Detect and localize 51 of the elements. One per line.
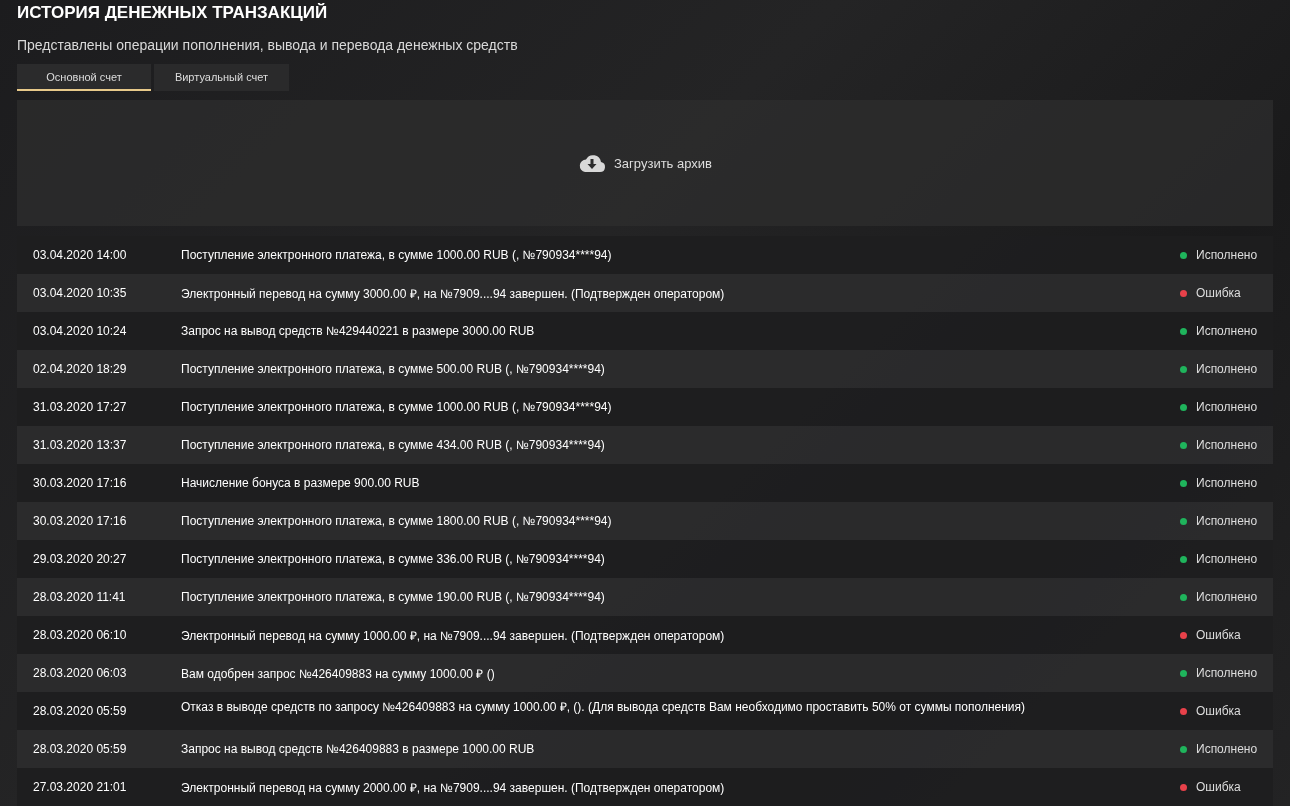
transaction-status: Исполнено: [1196, 438, 1258, 452]
transaction-description: Поступление электронного платежа, в сумме 336.00 RUB (, №790934****94): [181, 552, 606, 566]
transaction-status: Исполнено: [1196, 476, 1258, 490]
page-subtitle: Представлены операции пополнения, вывода и перевода денежных средств: [17, 36, 518, 54]
transaction-description: Электронный перевод на сумму 2000.00 ₽, на №7909....94 завершен. (Подтвержден оператором): [181, 779, 726, 796]
transaction-status: Ошибка: [1196, 780, 1241, 794]
transaction-date: 30.03.2020 17:16: [33, 476, 128, 490]
transaction-status: Исполнено: [1196, 552, 1258, 566]
transaction-date: 28.03.2020 06:10: [33, 628, 128, 642]
transaction-date: 03.04.2020 10:35: [33, 286, 128, 300]
transaction-date: 27.03.2020 21:01: [33, 780, 128, 794]
transaction-date: 02.04.2020 18:29: [33, 362, 128, 376]
transaction-description: Начисление бонуса в размере 900.00 RUB: [181, 476, 421, 490]
transaction-status: Исполнено: [1196, 400, 1258, 414]
transaction-status: Исполнено: [1196, 666, 1258, 680]
transaction-status: Ошибка: [1196, 704, 1241, 718]
transaction-description: Поступление электронного платежа, в сумме 1000.00 RUB (, №790934****94): [181, 400, 613, 414]
page-title: ИСТОРИЯ ДЕНЕЖНЫХ ТРАНЗАКЦИЙ: [17, 2, 328, 23]
transaction-status: Исполнено: [1196, 362, 1258, 376]
transaction-description: Отказ в выводе средств по запросу №426409883 на сумму 1000.00 ₽, (). (Для вывода средств Вам необходимо проставить 50% от суммы пополнения): [181, 699, 1027, 715]
account-tab[interactable]: Виртуальный счет: [154, 64, 289, 91]
transaction-date: 03.04.2020 14:00: [33, 248, 128, 262]
transaction-date: 31.03.2020 13:37: [33, 438, 128, 452]
transaction-date: 28.03.2020 11:41: [33, 590, 127, 604]
download-archive-button[interactable]: Загрузить архив: [578, 153, 712, 173]
transaction-status: Исполнено: [1196, 742, 1258, 756]
transaction-date: 28.03.2020 06:03: [33, 666, 128, 680]
transaction-description: Запрос на вывод средств №426409883 в размере 1000.00 RUB: [181, 742, 536, 756]
transaction-date: 28.03.2020 05:59: [33, 704, 128, 718]
transaction-description: Поступление электронного платежа, в сумме 190.00 RUB (, №790934****94): [181, 590, 606, 604]
transaction-description: Поступление электронного платежа, в сумме 500.00 RUB (, №790934****94): [181, 362, 606, 376]
transaction-description: Запрос на вывод средств №429440221 в размере 3000.00 RUB: [181, 324, 536, 338]
transaction-status: Исполнено: [1196, 514, 1258, 528]
transaction-status: Исполнено: [1196, 324, 1258, 338]
transaction-description: Электронный перевод на сумму 3000.00 ₽, на №7909....94 завершен. (Подтвержден оператором): [181, 285, 726, 302]
transaction-status: Исполнено: [1196, 248, 1258, 262]
transaction-description: Поступление электронного платежа, в сумме 434.00 RUB (, №790934****94): [181, 438, 606, 452]
transaction-description: Вам одобрен запрос №426409883 на сумму 1000.00 ₽ (): [181, 665, 496, 682]
transaction-status: Ошибка: [1196, 286, 1241, 300]
transaction-status: Исполнено: [1196, 590, 1258, 604]
transaction-status: Ошибка: [1196, 628, 1241, 642]
transaction-date: 28.03.2020 05:59: [33, 742, 128, 756]
transaction-date: 30.03.2020 17:16: [33, 514, 128, 528]
account-tab[interactable]: Основной счет: [17, 64, 151, 91]
transaction-date: 29.03.2020 20:27: [33, 552, 128, 566]
transaction-description: Электронный перевод на сумму 1000.00 ₽, на №7909....94 завершен. (Подтвержден оператором): [181, 627, 726, 644]
transaction-description: Поступление электронного платежа, в сумме 1800.00 RUB (, №790934****94): [181, 514, 613, 528]
transaction-description: Поступление электронного платежа, в сумме 1000.00 RUB (, №790934****94): [181, 248, 613, 262]
cloud-download-icon: [578, 153, 606, 173]
transaction-date: 03.04.2020 10:24: [33, 324, 128, 338]
transaction-date: 31.03.2020 17:27: [33, 400, 128, 414]
